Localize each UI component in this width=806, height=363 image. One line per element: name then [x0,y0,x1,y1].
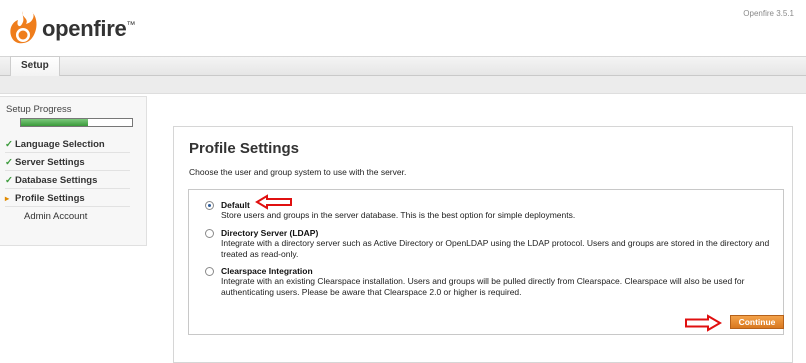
page-title: Profile Settings [189,140,300,157]
option-description: Integrate with an existing Clearspace in… [221,276,745,297]
brand-name: openfire™ [42,16,136,41]
radio-clearspace[interactable] [205,267,214,276]
step-admin-account: Admin Account [5,207,130,225]
annotation-arrow-right-icon [685,314,722,332]
header: openfire™ Openfire 3.5.1 [0,0,806,56]
flame-icon [10,10,37,44]
profile-settings-panel: Profile Settings Choose the user and gro… [173,126,793,363]
step-label: Profile Settings [15,193,85,204]
radio-default[interactable] [205,201,214,210]
version-label: Openfire 3.5.1 [743,9,794,18]
radio-ldap[interactable] [205,229,214,238]
option-description: Integrate with a directory server such a… [221,238,770,259]
option-label[interactable]: Directory Server (LDAP) [221,228,318,238]
step-label: Language Selection [15,139,105,150]
option-label[interactable]: Clearspace Integration [221,266,313,276]
annotation-arrow-left-icon [255,194,292,210]
profile-options-box: Default Store users and groups in the se… [188,189,784,335]
step-label: Server Settings [15,157,85,168]
check-icon: ✓ [5,175,13,186]
step-profile-settings: ▸ Profile Settings [5,189,130,207]
option-label[interactable]: Default [221,200,250,210]
step-label: Database Settings [15,175,98,186]
page-description: Choose the user and group system to use … [189,167,407,177]
trademark: ™ [126,19,136,30]
tab-setup[interactable]: Setup [10,56,60,77]
tab-bar: Setup [0,56,806,77]
current-step-arrow-icon: ▸ [5,194,10,203]
setup-progress-bar [20,118,133,127]
option-description: Store users and groups in the server dat… [221,210,576,220]
setup-progress-fill [21,119,88,126]
setup-page: openfire™ Openfire 3.5.1 Setup Setup Pro… [0,0,806,363]
step-server-settings: ✓ Server Settings [5,153,130,171]
setup-progress-sidebar: Setup Progress ✓ Language Selection ✓ Serv… [0,96,147,246]
step-label: Admin Account [24,211,88,222]
check-icon: ✓ [5,157,13,168]
continue-button[interactable]: Continue [730,315,784,329]
check-icon: ✓ [5,139,13,150]
sub-tab-bar [0,76,806,94]
step-language-selection: ✓ Language Selection [5,135,130,153]
setup-progress-title: Setup Progress [6,104,72,115]
step-database-settings: ✓ Database Settings [5,171,130,189]
